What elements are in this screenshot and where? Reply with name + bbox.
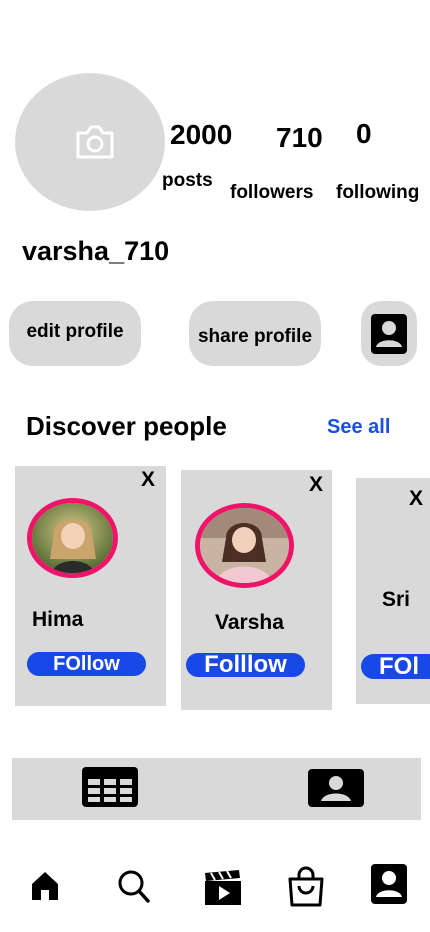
suggestion-name: Varsha: [215, 611, 284, 634]
profile-icon[interactable]: [371, 864, 407, 904]
discover-title: Discover people: [26, 411, 227, 441]
shop-icon[interactable]: [287, 866, 325, 907]
child-photo: [200, 508, 289, 583]
see-all-link[interactable]: See all: [327, 416, 390, 439]
discover-people-button[interactable]: [361, 301, 417, 366]
suggestion-avatar[interactable]: [27, 498, 118, 578]
dismiss-card-button[interactable]: X: [141, 468, 155, 492]
share-profile-button[interactable]: share profile: [189, 301, 321, 366]
share-profile-label: share profile: [197, 325, 313, 347]
posts-count: 2000: [170, 119, 233, 150]
child-photo: [32, 503, 113, 573]
follow-button[interactable]: Folllow: [186, 653, 305, 677]
followers-label[interactable]: followers: [230, 183, 313, 202]
tagged-person-icon[interactable]: [308, 769, 364, 807]
grid-icon[interactable]: [82, 767, 138, 807]
username: varsha_710: [22, 236, 170, 266]
add-person-icon: [371, 313, 407, 354]
following-label[interactable]: following: [336, 183, 419, 202]
search-icon[interactable]: [117, 869, 150, 903]
profile-avatar[interactable]: [15, 73, 165, 211]
posts-label: posts: [162, 170, 213, 191]
suggestion-card: X Hima FOllow: [15, 466, 166, 706]
profile-tab-bar: [12, 758, 421, 820]
follow-button[interactable]: FOl: [361, 654, 430, 679]
dismiss-card-button[interactable]: X: [409, 487, 423, 511]
suggestion-name: Hima: [32, 608, 84, 631]
edit-profile-button[interactable]: edit profile: [9, 301, 141, 366]
reels-icon[interactable]: [204, 869, 242, 906]
dismiss-card-button[interactable]: X: [309, 473, 323, 497]
edit-profile-label: edit profile: [26, 320, 124, 342]
following-count[interactable]: 0: [356, 120, 372, 148]
followers-count[interactable]: 710: [276, 124, 323, 152]
home-icon[interactable]: [30, 870, 60, 902]
follow-button[interactable]: FOllow: [27, 652, 146, 676]
camera-icon: [76, 125, 114, 159]
suggestion-avatar[interactable]: [195, 503, 294, 588]
suggestion-card: X Varsha Folllow: [181, 470, 332, 710]
suggestion-name: Sri: [382, 588, 411, 611]
suggestion-card: X Sri FOl: [356, 478, 430, 704]
